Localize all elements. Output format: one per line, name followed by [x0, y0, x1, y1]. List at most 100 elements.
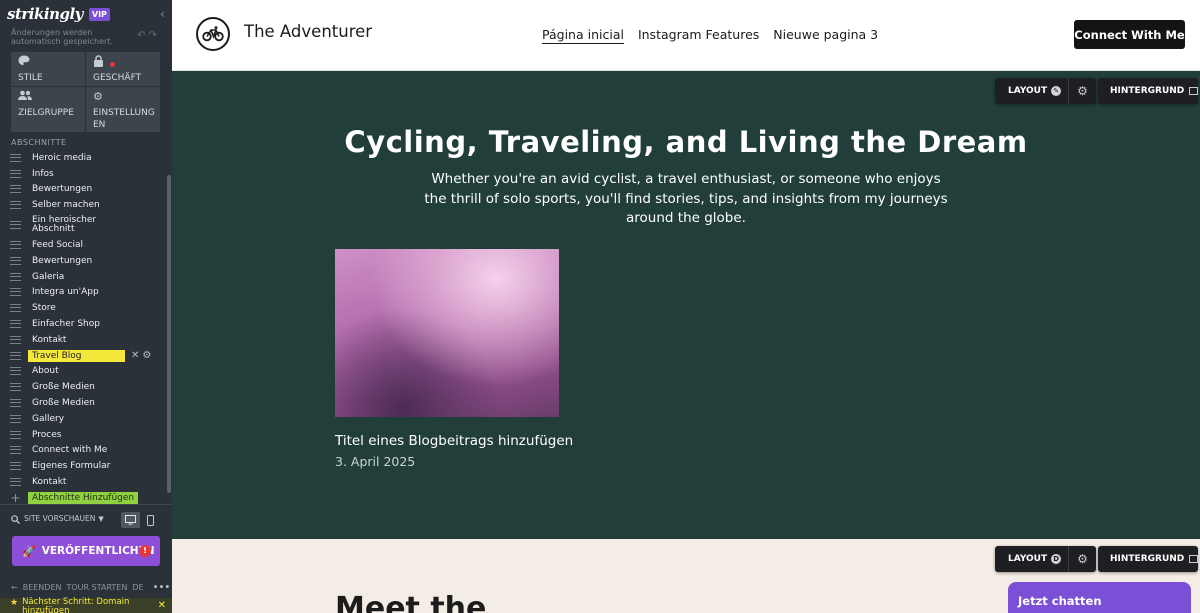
mobile-view-icon[interactable]	[141, 512, 160, 528]
drag-handle-icon[interactable]	[10, 478, 21, 487]
section-item[interactable]: Connect with Me	[10, 443, 160, 459]
section-item[interactable]: Selber machen	[10, 197, 160, 213]
brand-name[interactable]: The Adventurer	[244, 22, 372, 41]
drag-handle-icon[interactable]	[10, 335, 21, 344]
tile-styles[interactable]: STILE	[11, 52, 85, 86]
section-item[interactable]: Eigenes Formular	[10, 458, 160, 474]
section-item[interactable]: Kontakt	[10, 332, 160, 348]
chat-widget-button[interactable]: Jetzt chatten	[1008, 582, 1191, 613]
drag-handle-icon[interactable]	[10, 288, 21, 297]
pencil-icon: ✎	[1051, 86, 1062, 96]
nav-item-home[interactable]: Página inicial	[542, 27, 624, 44]
background-button[interactable]: HINTERGRUND	[1098, 78, 1198, 104]
close-icon[interactable]: ✕	[158, 600, 166, 611]
publish-button[interactable]: 🚀 VERÖFFENTLICHEN !	[12, 536, 160, 566]
tile-settings[interactable]: ⚙ EINSTELLUNG EN	[86, 87, 160, 132]
chevron-down-icon[interactable]: ▼	[98, 515, 103, 523]
section-heading[interactable]: Meet the	[335, 591, 486, 613]
magnifier-icon	[11, 509, 20, 528]
drag-handle-icon[interactable]	[10, 169, 21, 178]
section-label: Ein heroischer Abschnitt	[32, 215, 97, 235]
hero-title[interactable]: Cycling, Traveling, and Living the Dream	[172, 125, 1200, 159]
blog-post-image[interactable]	[335, 249, 559, 417]
desktop-view-icon[interactable]	[121, 512, 140, 528]
section-label: Kontakt	[32, 334, 67, 345]
redo-icon[interactable]: ↷	[149, 30, 157, 41]
start-tour-link[interactable]: TOUR STARTEN	[66, 583, 127, 592]
drag-handle-icon[interactable]	[10, 430, 21, 439]
section-label[interactable]: Travel Blog	[28, 349, 125, 362]
section-item[interactable]: Infos	[10, 166, 160, 182]
tile-label: STILE	[18, 73, 43, 83]
undo-icon[interactable]: ↶	[137, 30, 145, 41]
layout-control[interactable]: LAYOUT ✎ ⚙	[995, 78, 1096, 104]
section-gear-icon[interactable]: ⚙	[1069, 84, 1096, 98]
layout-d-icon: D	[1051, 554, 1062, 564]
section-item[interactable]: Einfacher Shop	[10, 316, 160, 332]
drag-handle-icon[interactable]	[10, 367, 21, 376]
tile-audience[interactable]: ZIELGRUPPE	[11, 87, 85, 132]
drag-handle-icon[interactable]	[10, 383, 21, 392]
back-arrow-icon[interactable]: ←	[11, 583, 18, 592]
section-gear-icon[interactable]: ⚙	[1069, 552, 1096, 566]
site-preview-dropdown[interactable]: SITE VORSCHAUEN	[24, 514, 95, 523]
collapse-sidebar-icon[interactable]: ‹	[160, 7, 165, 21]
section-item[interactable]: Bewertungen	[10, 182, 160, 198]
drag-handle-icon[interactable]	[10, 201, 21, 210]
drag-handle-icon[interactable]	[10, 256, 21, 265]
section-item[interactable]: Feed Social	[10, 237, 160, 253]
section-item[interactable]: Galeria	[10, 269, 160, 285]
layout-button[interactable]: LAYOUT ✎	[995, 78, 1069, 104]
delete-section-icon[interactable]: ✕	[131, 350, 139, 361]
exit-link[interactable]: BEENDEN	[23, 583, 62, 592]
section-label: Bewertungen	[32, 255, 93, 266]
hero-subtitle[interactable]: Whether you're an avid cyclist, a travel…	[422, 170, 950, 229]
section-label: Bewertungen	[32, 184, 93, 195]
bicycle-logo-icon[interactable]	[196, 17, 230, 51]
drag-handle-icon[interactable]	[10, 446, 21, 455]
section-item[interactable]: Bewertungen	[10, 253, 160, 269]
drag-handle-icon[interactable]	[10, 241, 21, 250]
section-item[interactable]: Proces	[10, 427, 160, 443]
layout-button[interactable]: LAYOUT D	[995, 546, 1069, 572]
drag-handle-icon[interactable]	[10, 153, 21, 162]
drag-handle-icon[interactable]	[10, 304, 21, 313]
section-list-scrollbar[interactable]	[167, 175, 171, 493]
section-item-active[interactable]: Travel Blog ✕ ⚙	[10, 348, 160, 364]
drag-handle-icon[interactable]	[10, 320, 21, 329]
drag-handle-icon[interactable]	[10, 221, 21, 230]
layout-control[interactable]: LAYOUT D ⚙	[995, 546, 1096, 572]
section-item[interactable]: Große Medien	[10, 379, 160, 395]
section-settings-icon[interactable]: ⚙	[142, 350, 151, 361]
blog-post-date: 3. April 2025	[335, 454, 416, 469]
notification-dot	[110, 62, 115, 67]
section-label: Eigenes Formular	[32, 461, 111, 472]
background-button[interactable]: HINTERGRUND	[1098, 546, 1198, 572]
language-link[interactable]: DE	[132, 583, 143, 592]
section-item[interactable]: Ein heroischer Abschnitt	[10, 213, 160, 237]
more-options-icon[interactable]: •••	[153, 582, 171, 593]
connect-button[interactable]: Connect With Me	[1074, 20, 1185, 49]
section-item[interactable]: Kontakt	[10, 474, 160, 490]
nav-item-page-3[interactable]: Nieuwe pagina 3	[773, 27, 878, 44]
lock-icon	[93, 55, 153, 69]
section-item[interactable]: Integra un'App	[10, 285, 160, 301]
next-step-text: Nächster Schritt: Domain hinzufügen	[22, 597, 130, 613]
section-item[interactable]: About	[10, 364, 160, 380]
alert-icon: !	[139, 545, 151, 557]
drag-handle-icon[interactable]	[10, 351, 21, 360]
section-item[interactable]: Große Medien	[10, 395, 160, 411]
section-item[interactable]: Gallery	[10, 411, 160, 427]
strikingly-logo[interactable]: strikingly	[7, 5, 83, 23]
drag-handle-icon[interactable]	[10, 185, 21, 194]
section-item[interactable]: Heroic media	[10, 150, 160, 166]
blog-post-title[interactable]: Titel eines Blogbeitrags hinzufügen	[335, 433, 573, 449]
drag-handle-icon[interactable]	[10, 272, 21, 281]
tile-business[interactable]: GESCHÄFT	[86, 52, 160, 86]
drag-handle-icon[interactable]	[10, 414, 21, 423]
drag-handle-icon[interactable]	[10, 399, 21, 408]
nav-item-instagram-features[interactable]: Instagram Features	[638, 27, 759, 44]
next-step-banner[interactable]: ★ Nächster Schritt: Domain hinzufügen ✕	[0, 598, 172, 613]
drag-handle-icon[interactable]	[10, 462, 21, 471]
section-item[interactable]: Store	[10, 300, 160, 316]
